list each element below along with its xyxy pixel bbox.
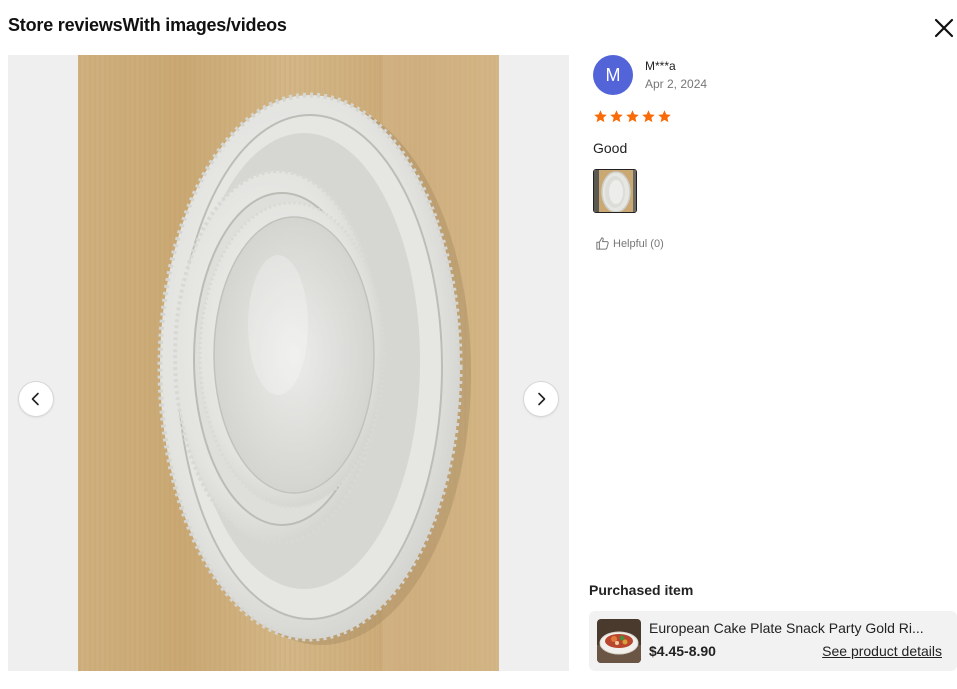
- thumbnail-photo: [594, 170, 636, 212]
- product-price: $4.45-8.90: [649, 643, 716, 659]
- star-icon: [626, 110, 639, 123]
- close-icon: [934, 18, 954, 38]
- review-date: Apr 2, 2024: [645, 77, 708, 91]
- product-thumbnail[interactable]: [597, 619, 641, 663]
- star-rating: [593, 109, 672, 124]
- avatar: M: [593, 55, 633, 95]
- chevron-left-icon: [31, 392, 39, 406]
- close-button[interactable]: [930, 14, 957, 42]
- star-icon: [594, 110, 607, 123]
- purchased-item-card[interactable]: European Cake Plate Snack Party Gold Ri.…: [589, 611, 957, 671]
- purchased-item-heading: Purchased item: [589, 582, 694, 598]
- reviewer-name: M***a: [645, 59, 676, 73]
- chevron-right-icon: [538, 392, 546, 406]
- next-image-button[interactable]: [523, 381, 559, 417]
- product-photo: [597, 619, 641, 663]
- review-media-viewer: [8, 55, 569, 671]
- review-image-thumbnail[interactable]: [593, 169, 637, 213]
- see-product-details-link[interactable]: See product details: [822, 643, 942, 659]
- star-icon: [658, 110, 671, 123]
- helpful-label: Helpful (0): [613, 237, 664, 250]
- thumbs-up-icon: [596, 237, 609, 250]
- review-text: Good: [593, 140, 628, 156]
- review-photo: [78, 55, 499, 671]
- product-title[interactable]: European Cake Plate Snack Party Gold Ri.…: [649, 620, 945, 636]
- star-icon: [610, 110, 623, 123]
- page-title: Store reviewsWith images/videos: [8, 15, 287, 35]
- helpful-button[interactable]: Helpful (0): [595, 236, 664, 251]
- previous-image-button[interactable]: [18, 381, 54, 417]
- star-icon: [642, 110, 655, 123]
